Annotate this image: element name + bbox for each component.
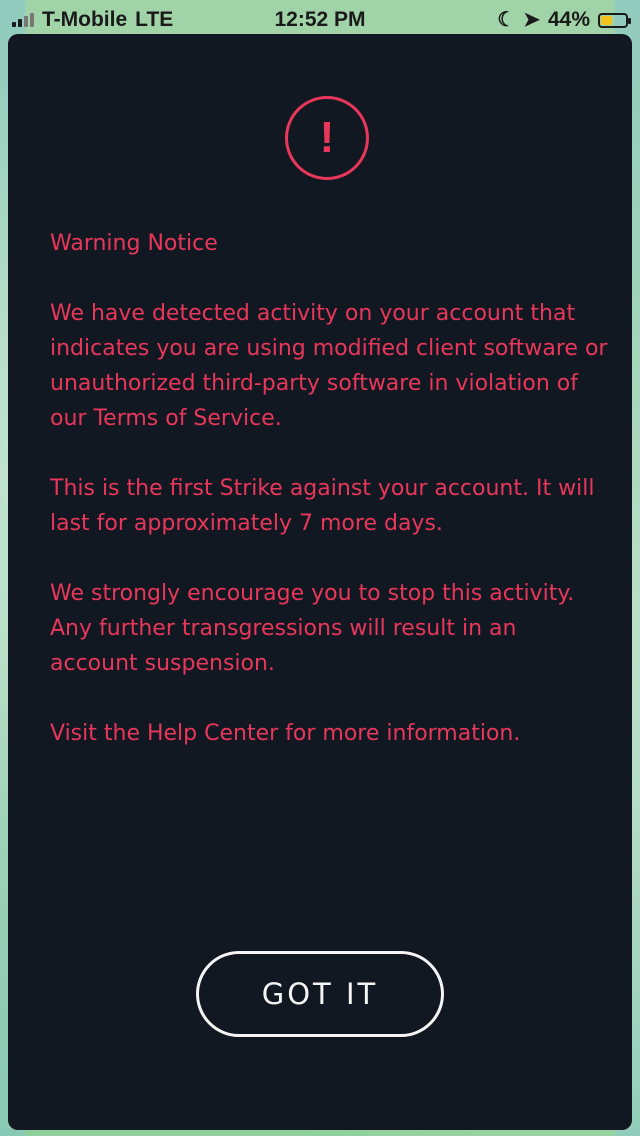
location-arrow-icon: ➤ bbox=[523, 9, 540, 31]
carrier-name: T-Mobile bbox=[42, 8, 128, 31]
violation-paragraph: We have detected activity on your accoun… bbox=[50, 296, 610, 436]
help-center-link[interactable]: Visit the Help Center bbox=[50, 721, 278, 746]
moon-icon: ☾ bbox=[497, 9, 516, 31]
warning-message: Warning Notice We have detected activity… bbox=[50, 226, 610, 786]
terms-of-service-link[interactable]: Terms of Service bbox=[93, 406, 274, 431]
violation-text-end: . bbox=[274, 406, 282, 431]
help-paragraph: Visit the Help Center for more informati… bbox=[50, 716, 610, 751]
help-text: for more information. bbox=[278, 721, 521, 746]
status-bar: T-Mobile LTE 12:52 PM ☾ ➤ 44% bbox=[0, 0, 640, 40]
battery-icon bbox=[598, 12, 631, 28]
warning-title: Warning Notice bbox=[50, 231, 218, 256]
encouragement-paragraph: We strongly encourage you to stop this a… bbox=[50, 581, 575, 676]
signal-strength-icon bbox=[12, 13, 34, 27]
status-left: T-Mobile LTE bbox=[12, 8, 173, 32]
exclamation-circle-icon: ! bbox=[285, 96, 369, 180]
battery-percent: 44% bbox=[547, 8, 590, 31]
battery-fill bbox=[601, 15, 612, 25]
strike-paragraph: This is the first Strike against your ac… bbox=[50, 476, 595, 536]
got-it-button[interactable]: GOT IT bbox=[196, 951, 444, 1037]
clock-time: 12:52 PM bbox=[274, 8, 366, 31]
status-right: ☾ ➤ 44% bbox=[497, 8, 631, 32]
network-type: LTE bbox=[135, 8, 174, 31]
